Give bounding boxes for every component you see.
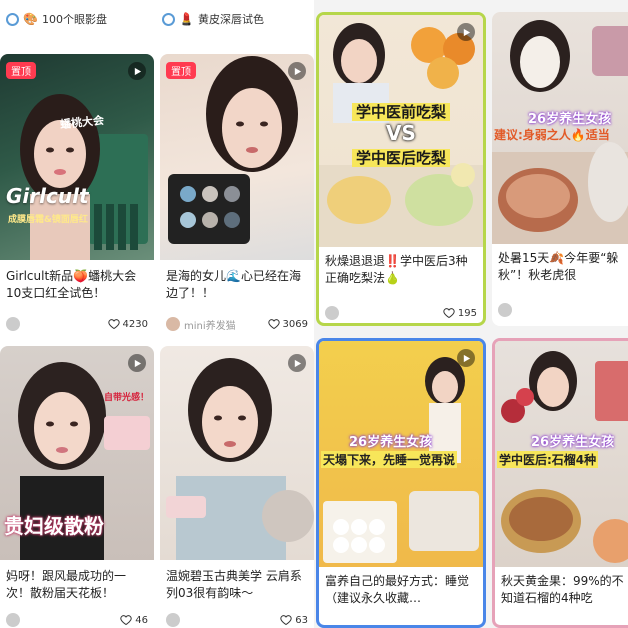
- overlay-line1: 26岁养生女孩: [349, 435, 433, 450]
- note-meta: mini养发猫 3069: [166, 316, 308, 332]
- avatar[interactable]: [498, 303, 512, 317]
- like-number: 195: [457, 307, 477, 319]
- like-count[interactable]: 4230: [107, 318, 148, 330]
- heart-icon[interactable]: [280, 614, 292, 626]
- note-thumbnail: [0, 54, 154, 260]
- overlay-line1: 学中医前吃梨: [319, 101, 483, 122]
- note-card[interactable]: 26岁养生女孩 天塌下来，先睡一觉再说 富养自己的最好方式：睡觉（建议永久收藏…: [316, 338, 486, 628]
- pinned-badge: 置顶: [166, 62, 196, 79]
- overlay-line1: 26岁养生女孩: [531, 435, 615, 450]
- heart-icon[interactable]: [120, 614, 132, 626]
- note-title[interactable]: 是海的女儿🌊心已经在海边了！！: [166, 268, 308, 304]
- overlay-caption: 自带光感！: [104, 393, 150, 403]
- like-count[interactable]: 63: [280, 614, 308, 626]
- note-card[interactable]: 26岁养生女孩 学中医后:石榴4种 秋天黄金果：99%的不知道石榴的4种吃: [492, 338, 628, 628]
- like-count[interactable]: 46: [120, 614, 148, 626]
- note-title[interactable]: 温婉碧玉古典美学 云肩系列03很有韵味～: [166, 568, 308, 604]
- overlay-line2: 天塌下来，先睡一觉再说: [321, 451, 458, 468]
- avatar[interactable]: [166, 613, 180, 627]
- note-meta: 46: [6, 612, 148, 628]
- author-name[interactable]: mini养发猫: [184, 317, 268, 332]
- topic-label: 黄皮深唇试色: [197, 13, 264, 26]
- video-play-icon: [128, 354, 146, 372]
- topic-icon: [162, 12, 175, 26]
- overlay-line2: 建议:身弱之人🔥适当: [494, 128, 610, 142]
- note-card[interactable]: 温婉碧玉古典美学 云肩系列03很有韵味～ 63: [160, 346, 314, 628]
- like-number: 3069: [282, 318, 308, 330]
- avatar[interactable]: [166, 317, 180, 331]
- video-play-icon: [457, 349, 475, 367]
- note-card[interactable]: 置顶 是海的女儿🌊心已经在海边了！！ mini养发猫 3069: [160, 54, 314, 340]
- note-card[interactable]: 学中医前吃梨 VS 学中医后吃梨 秋燥退退退‼️学中医后3种正确吃梨法🍐 195: [316, 12, 486, 326]
- topic-icon: [6, 12, 19, 26]
- like-number: 63: [295, 614, 308, 626]
- portrait-illustration: [168, 56, 298, 244]
- note-title[interactable]: 秋燥退退退‼️学中医后3种正确吃梨法🍐: [325, 253, 477, 289]
- avatar[interactable]: [6, 613, 20, 627]
- video-play-icon: [288, 354, 306, 372]
- overlay-line2: VS: [386, 121, 416, 145]
- note-card[interactable]: 自带光感！ 贵妇级散粉 妈呀！跟风最成功的一次！散粉届天花板！ 46: [0, 346, 154, 628]
- heart-icon[interactable]: [267, 318, 280, 330]
- note-thumbnail: [160, 346, 314, 560]
- pinned-badge: 置顶: [6, 62, 36, 79]
- portrait-illustration: [166, 358, 314, 560]
- note-title[interactable]: 处暑15天🍂今年要“躲秋”！秋老虎很: [498, 250, 628, 286]
- note-meta: 4230: [6, 316, 148, 332]
- like-number: 4230: [122, 318, 148, 330]
- overlay-subtitle: 成膜唇霜&镜面唇红: [8, 215, 88, 225]
- heart-icon[interactable]: [107, 318, 120, 330]
- palette-icon: 🎨: [23, 12, 38, 26]
- note-title[interactable]: 富养自己的最好方式：睡觉（建议永久收藏…: [325, 573, 477, 609]
- like-number: 46: [135, 614, 148, 626]
- overlay-brand: Girlcult: [6, 184, 89, 208]
- topic-chip-lip[interactable]: 💄 黄皮深唇试色: [162, 6, 264, 32]
- overlay-line2: 学中医后:石榴4种: [497, 451, 599, 468]
- note-card[interactable]: 置顶 蟠桃大会 Girlcult 成膜唇霜&镜面唇红 Girlcult新品🍑蟠桃…: [0, 54, 154, 340]
- note-title[interactable]: Girlcult新品🍑蟠桃大会 10支口红全试色！: [6, 268, 148, 304]
- video-play-icon: [128, 62, 146, 80]
- topic-label: 100个眼影盘: [41, 13, 107, 26]
- video-play-icon: [457, 23, 475, 41]
- overlay-text: 学中医前吃梨: [351, 103, 450, 121]
- left-feed-panel: 🎨 100个眼影盘 💄 黄皮深唇试色 置顶 蟠桃大会 Girlcult 成膜唇霜…: [0, 0, 314, 628]
- note-title[interactable]: 秋天黄金果：99%的不知道石榴的4种吃: [501, 573, 628, 609]
- note-card[interactable]: 26岁养生女孩 建议:身弱之人🔥适当 处暑15天🍂今年要“躲秋”！秋老虎很: [492, 12, 628, 326]
- topic-chip-eyeshadow[interactable]: 🎨 100个眼影盘: [6, 6, 107, 32]
- like-count[interactable]: 195: [443, 307, 477, 319]
- avatar[interactable]: [6, 317, 20, 331]
- like-count[interactable]: 3069: [267, 318, 308, 330]
- note-meta: 195: [325, 305, 477, 321]
- portrait-illustration: [20, 94, 148, 260]
- avatar[interactable]: [325, 306, 339, 320]
- overlay-headline: 贵妇级散粉: [4, 514, 104, 538]
- heart-icon[interactable]: [443, 307, 455, 319]
- video-play-icon: [288, 62, 306, 80]
- note-meta: [498, 302, 628, 318]
- overlay-line1: 26岁养生女孩: [528, 112, 612, 127]
- overlay-text: 学中医后吃梨: [351, 149, 450, 167]
- note-thumbnail: [160, 54, 314, 260]
- right-feed-panel: 学中医前吃梨 VS 学中医后吃梨 秋燥退退退‼️学中医后3种正确吃梨法🍐 195: [314, 0, 628, 628]
- lipstick-icon: 💄: [179, 12, 194, 26]
- note-title[interactable]: 妈呀！跟风最成功的一次！散粉届天花板！: [6, 568, 148, 604]
- note-meta: 63: [166, 612, 308, 628]
- overlay-line3: 学中医后吃梨: [319, 147, 483, 168]
